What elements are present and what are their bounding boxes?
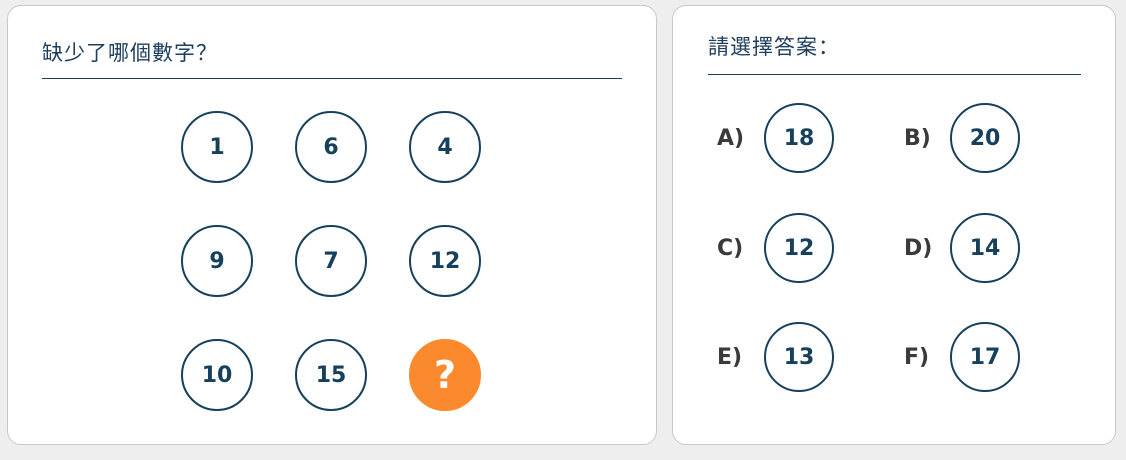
- answers-card: 請選擇答案： A) 18 B) 20 C) 12 D) 14 E) 13 F) …: [672, 5, 1116, 445]
- missing-number-question-icon: ?: [409, 339, 481, 411]
- option-a-label[interactable]: A): [717, 124, 744, 154]
- grid-cell-3: 4: [409, 111, 481, 183]
- option-c-button[interactable]: 12: [764, 213, 834, 283]
- option-e-label[interactable]: E): [717, 343, 742, 373]
- option-b-label[interactable]: B): [904, 124, 931, 154]
- puzzle-card: 缺少了哪個數字？ 1 6 4 9 7 12 10 15 ?: [7, 5, 657, 445]
- option-f-label[interactable]: F): [904, 343, 929, 373]
- option-a-button[interactable]: 18: [764, 103, 834, 173]
- option-f-button[interactable]: 17: [950, 322, 1020, 392]
- option-e-button[interactable]: 13: [764, 322, 834, 392]
- option-d-button[interactable]: 14: [950, 213, 1020, 283]
- answers-title: 請選擇答案：: [708, 35, 840, 59]
- grid-cell-5: 7: [295, 225, 367, 297]
- puzzle-title: 缺少了哪個數字？: [42, 41, 218, 65]
- grid-cell-7: 10: [181, 339, 253, 411]
- grid-cell-4: 9: [181, 225, 253, 297]
- grid-cell-8: 15: [295, 339, 367, 411]
- option-c-label[interactable]: C): [717, 234, 743, 264]
- answers-divider: [708, 74, 1081, 75]
- grid-cell-1: 1: [181, 111, 253, 183]
- option-b-button[interactable]: 20: [950, 103, 1020, 173]
- grid-cell-2: 6: [295, 111, 367, 183]
- puzzle-divider: [42, 78, 622, 79]
- grid-cell-6: 12: [409, 225, 481, 297]
- option-d-label[interactable]: D): [904, 234, 932, 264]
